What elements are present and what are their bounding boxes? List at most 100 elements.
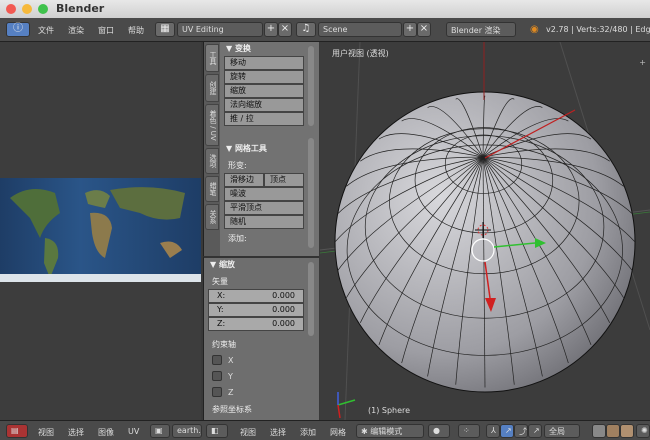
add-scene-button[interactable]: + — [403, 22, 417, 37]
slide-edge-button[interactable]: 滑移边 — [224, 173, 264, 187]
rotate-button[interactable]: 旋转 — [224, 70, 304, 84]
operator-scrollbar[interactable] — [308, 262, 314, 336]
info-header: ⓘ 文件 渲染 窗口 帮助 ▦ UV Editing + × ♫ Scene +… — [0, 18, 650, 42]
3d-viewport[interactable]: 用户视图 (透视) (1) Sphere + — [319, 41, 650, 421]
rotate-manipulator-toggle[interactable]: ⤴ — [514, 424, 528, 438]
x-axis-label: X — [228, 355, 234, 365]
slide-vertex-button[interactable]: 顶点 — [264, 173, 304, 187]
mesh-tools-header[interactable]: ▼ 网格工具 — [222, 142, 306, 156]
properties-toggle-icon[interactable]: + — [639, 58, 646, 67]
menu-window[interactable]: 窗口 — [98, 25, 114, 36]
render-engine-select[interactable]: Blender 渲染 — [446, 22, 516, 37]
deform-label: 形变: — [228, 161, 247, 170]
object-label: (1) Sphere — [368, 406, 411, 415]
info-icon[interactable]: ⓘ — [6, 22, 30, 37]
settings-icon[interactable]: ✺ — [636, 424, 650, 438]
uv-menu-view[interactable]: 视图 — [38, 427, 54, 438]
remove-scene-button[interactable]: × — [417, 22, 431, 37]
manipulator-toggle[interactable]: ⅄ — [486, 424, 500, 438]
tab-options[interactable]: 选项 — [205, 148, 219, 174]
maximize-window-button[interactable] — [38, 4, 48, 14]
earth-texture-image — [0, 178, 201, 282]
menu-help[interactable]: 帮助 — [128, 25, 144, 36]
view-label: 用户视图 (透视) — [332, 49, 389, 58]
image-browse-icon[interactable]: ▣ — [150, 424, 170, 438]
minimize-window-button[interactable] — [22, 4, 32, 14]
3d-view-type-icon[interactable]: ◧ — [206, 424, 228, 438]
view3d-menu-view[interactable]: 视图 — [240, 427, 256, 438]
translate-manipulator-toggle[interactable]: ↗ — [500, 424, 514, 438]
tab-shading-uv[interactable]: 着色 / UV — [205, 104, 219, 146]
scene-field[interactable]: Scene — [318, 22, 402, 37]
orientation-select[interactable]: 全局 — [544, 424, 580, 438]
constraint-z-checkbox[interactable]: Z — [206, 384, 306, 400]
scale-operator-panel: ▼ 缩放 矢量 X: 0.000 Y: 0.000 Z: 0.000 约束轴 X Y … — [206, 258, 306, 417]
smooth-vertex-button[interactable]: 平滑顶点 — [224, 201, 304, 215]
menu-file[interactable]: 文件 — [38, 25, 54, 36]
mode-select[interactable]: ✱ 编辑模式 — [356, 424, 424, 438]
add-label: 添加: — [228, 234, 247, 243]
window-title: Blender — [56, 2, 105, 15]
pivot-select[interactable]: ⁘ — [458, 424, 480, 438]
constraint-x-checkbox[interactable]: X — [206, 352, 306, 368]
uv-menu-select[interactable]: 选择 — [68, 427, 84, 438]
scene-icon[interactable]: ♫ — [296, 22, 316, 37]
add-layout-button[interactable]: + — [264, 22, 278, 37]
tool-shelf-scrollbar-lower[interactable] — [308, 138, 314, 248]
z-value: 0.000 — [272, 319, 295, 328]
blender-logo-icon: ◉ — [530, 24, 539, 35]
vertex-select-mode[interactable] — [592, 424, 606, 438]
z-axis-label: Z — [228, 387, 234, 397]
x-label: X: — [217, 291, 226, 300]
scale-panel-header[interactable]: ▼ 缩放 — [206, 258, 306, 272]
tool-shelf-scrollbar[interactable] — [308, 46, 314, 126]
z-label: Z: — [217, 319, 226, 328]
operator-panel: ▼ 缩放 矢量 X: 0.000 Y: 0.000 Z: 0.000 约束轴 X Y … — [203, 256, 319, 420]
y-axis-label: Y — [228, 371, 233, 381]
vector-z-field[interactable]: Z: 0.000 — [208, 317, 304, 331]
noise-button[interactable]: 噪波 — [224, 187, 304, 201]
layout-field[interactable]: UV Editing — [177, 22, 263, 37]
image-name-field[interactable]: earth.jp — [172, 424, 202, 438]
transform-panel: ▼ 变换 移动 旋转 缩放 法向缩放 推 / 拉 — [222, 42, 306, 126]
stats-text: v2.78 | Verts:32/480 | Edge — [546, 25, 650, 34]
close-window-button[interactable] — [6, 4, 16, 14]
push-pull-button[interactable]: 推 / 拉 — [224, 112, 304, 126]
tab-create[interactable]: 创建 — [205, 74, 219, 102]
tab-relations[interactable]: 关系 — [205, 204, 219, 230]
view3d-menu-select[interactable]: 选择 — [270, 427, 286, 438]
y-label: Y: — [217, 305, 224, 314]
mesh-tools-panel: ▼ 网格工具 形变: 滑移边 顶点 噪波 平滑顶点 随机 添加: — [222, 142, 306, 246]
sphere-mesh — [319, 41, 650, 421]
shrink-fatten-button[interactable]: 法向缩放 — [224, 98, 304, 112]
transform-panel-header[interactable]: ▼ 变换 — [222, 42, 306, 56]
uv-menu-image[interactable]: 图像 — [98, 427, 114, 438]
view3d-menu-add[interactable]: 添加 — [300, 427, 316, 438]
title-bar: Blender — [0, 0, 650, 18]
face-select-mode[interactable] — [620, 424, 634, 438]
constraint-axis-label: 约束轴 — [212, 340, 236, 349]
x-value: 0.000 — [272, 291, 295, 300]
menu-render[interactable]: 渲染 — [68, 25, 84, 36]
edge-select-mode[interactable] — [606, 424, 620, 438]
mode-label: 编辑模式 — [370, 427, 403, 436]
randomize-button[interactable]: 随机 — [224, 215, 304, 229]
constraint-y-checkbox[interactable]: Y — [206, 368, 306, 384]
vector-y-field[interactable]: Y: 0.000 — [208, 303, 304, 317]
uv-menu-uv[interactable]: UV — [128, 427, 139, 436]
view3d-menu-mesh[interactable]: 网格 — [330, 427, 346, 438]
shading-select[interactable]: ● — [428, 424, 450, 438]
remove-layout-button[interactable]: × — [278, 22, 292, 37]
vector-label: 矢量 — [212, 277, 228, 286]
tab-tools[interactable]: 工具 — [205, 44, 219, 72]
layout-icon[interactable]: ▦ — [155, 22, 175, 37]
vector-x-field[interactable]: X: 0.000 — [208, 289, 304, 303]
scale-button[interactable]: 缩放 — [224, 84, 304, 98]
y-value: 0.000 — [272, 305, 295, 314]
tab-grease-pencil[interactable]: 蜡笔 — [205, 176, 219, 202]
uv-editor-type-icon[interactable]: ▤ — [6, 424, 28, 438]
scale-manipulator-toggle[interactable]: ↗ — [528, 424, 542, 438]
edit-mode-icon: ✱ — [361, 427, 371, 436]
orientation-label: 参照坐标系 — [212, 405, 252, 414]
translate-button[interactable]: 移动 — [224, 56, 304, 70]
